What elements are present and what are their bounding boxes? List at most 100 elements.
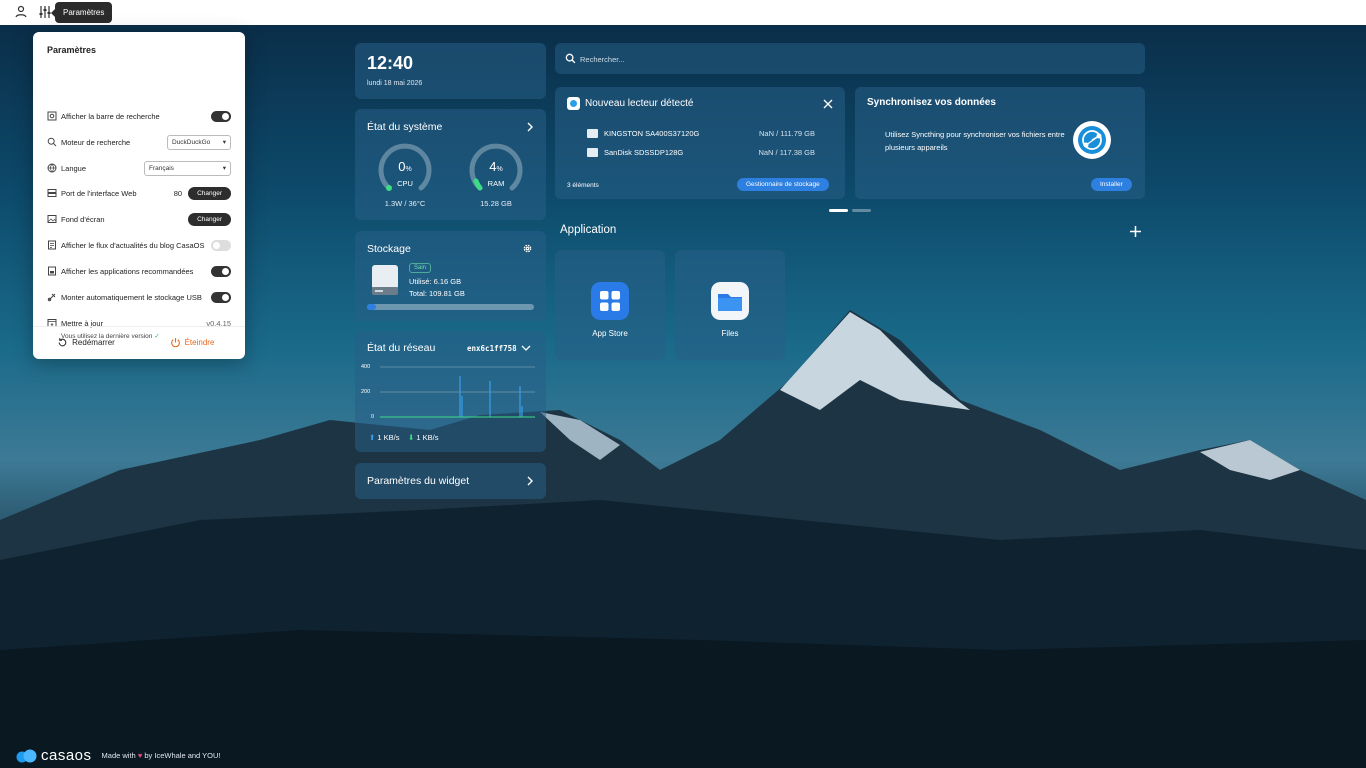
network-title: État du réseau (367, 342, 436, 354)
power-actions: Redémarrer Éteindre (33, 337, 245, 348)
cpu-gauge: 0% CPU 1.3W / 36°C (377, 142, 433, 208)
setting-label: Moteur de recherche (61, 137, 131, 147)
drive-notification-icon (567, 97, 580, 110)
storage-widget[interactable]: Stockage Sain Utilisé: 6.16 GB Total: 10… (355, 231, 546, 321)
arrow-down-icon: ⬇ (408, 433, 415, 442)
tick-label: 0 (371, 414, 375, 420)
setting-recommended-apps: Afficher les applications recommandées (47, 263, 231, 279)
cpu-value: 0% (377, 159, 433, 174)
drive-size: NaN / 117.38 GB (758, 148, 815, 157)
storage-bar-fill (367, 304, 377, 310)
app-name: Files (721, 329, 739, 338)
sync-card: Synchronisez vos données Utilisez Syncth… (855, 87, 1145, 199)
new-drive-card: Nouveau lecteur détecté KINGSTON SA400S3… (555, 87, 845, 199)
chevron-down-icon[interactable] (521, 343, 531, 353)
casaos-logo: casaos (16, 747, 92, 764)
setting-search-bar: Afficher la barre de recherche (47, 108, 231, 124)
close-icon[interactable] (823, 99, 833, 109)
drive-icon (587, 148, 598, 157)
port-value: 80 (173, 188, 183, 198)
drive-size: NaN / 111.79 GB (758, 129, 815, 138)
ram-label: RAM (487, 179, 505, 188)
carousel-dot[interactable] (852, 209, 871, 212)
clock-time: 12:40 (367, 53, 414, 73)
cpu-detail: 1.3W / 36°C (384, 199, 426, 208)
app-tile-app-store[interactable]: App Store (555, 250, 665, 360)
search-bar[interactable]: Rechercher... (555, 43, 1145, 74)
storage-title: Stockage (367, 243, 411, 255)
drive-name: SanDisk SDSSDP128G (604, 148, 684, 157)
arrow-up-icon: ⬆ (369, 433, 376, 442)
chevron-right-icon[interactable] (525, 122, 535, 132)
restart-icon (58, 338, 67, 347)
files-icon (711, 282, 749, 320)
footer-divider (33, 326, 245, 327)
network-interface: enx6c1ff758 (467, 344, 517, 353)
tick-label: 400 (361, 364, 371, 370)
ram-value: 4% (468, 159, 524, 174)
upload-value: 1 KB/s (377, 433, 400, 442)
search-icon (47, 137, 57, 147)
restart-label: Redémarrer (72, 338, 115, 347)
add-app-icon[interactable] (1130, 226, 1141, 237)
change-port-button[interactable]: Changer (188, 186, 231, 200)
system-status-widget[interactable]: État du système 0% CPU 1.3W / 36°C 4% RA… (355, 109, 546, 220)
search-bar-toggle[interactable] (211, 110, 231, 122)
search-placeholder: Rechercher... (580, 55, 625, 64)
select-value: Français (149, 164, 174, 172)
setting-search-engine: Moteur de recherche DuckDuckGo ▾ (47, 134, 231, 150)
sync-text: Utilisez Syncthing pour synchroniser vos… (885, 130, 1065, 152)
download-value: 1 KB/s (416, 433, 439, 442)
network-chart (380, 366, 535, 418)
logo-text: casaos (41, 747, 92, 764)
usb-automount-toggle[interactable] (211, 291, 231, 303)
app-store-icon (591, 282, 629, 320)
widget-settings-button[interactable]: Paramètres du widget (355, 463, 546, 499)
drive-row: SanDisk SDSSDP128G NaN / 117.38 GB (587, 148, 815, 157)
ram-gauge: 4% RAM 15.28 GB (468, 142, 524, 208)
recommended-apps-toggle[interactable] (211, 265, 231, 277)
setting-usb-automount: Monter automatiquement le stockage USB (47, 289, 231, 305)
install-button[interactable]: Installer (1091, 178, 1132, 191)
apps-section-title: Application (560, 224, 617, 236)
shutdown-label: Éteindre (184, 338, 215, 347)
news-feed-toggle[interactable] (211, 239, 231, 251)
ram-detail: 15.28 GB (480, 199, 512, 208)
storage-used: Utilisé: 6.16 GB (409, 277, 462, 286)
casaos-logo-icon (16, 749, 37, 762)
change-wallpaper-button[interactable]: Changer (188, 212, 231, 226)
gear-icon[interactable] (522, 243, 533, 254)
sync-title: Synchronisez vos données (867, 97, 996, 108)
language-select[interactable]: Français ▾ (144, 160, 231, 176)
storage-total: Total: 109.81 GB (409, 289, 465, 298)
search-engine-select[interactable]: DuckDuckGo ▾ (167, 134, 231, 150)
drive-count: 3 éléments (567, 182, 599, 189)
news-icon (48, 240, 56, 250)
setting-language: Langue Français ▾ (47, 160, 231, 176)
shutdown-button[interactable]: Éteindre (139, 337, 245, 348)
setting-label: Fond d'écran (61, 214, 105, 224)
health-badge: Sain (409, 263, 432, 273)
network-widget: État du réseau enx6c1ff758 400 200 0 ⬆ 1… (355, 331, 546, 452)
app-tile-files[interactable]: Files (675, 250, 785, 360)
restart-button[interactable]: Redémarrer (33, 337, 139, 348)
footer: casaos Made with ♥ by IceWhale and YOU! (16, 747, 221, 764)
server-icon (47, 189, 57, 197)
setting-label: Langue (61, 163, 87, 173)
ram-percent: 4 (489, 159, 497, 174)
chevron-down-icon: ▾ (222, 139, 226, 146)
by-label: by IceWhale and YOU! (144, 751, 221, 760)
setting-label: Afficher les applications recommandées (61, 266, 194, 276)
image-icon (47, 215, 57, 223)
top-bar: Paramètres (0, 0, 1366, 25)
setting-wallpaper: Fond d'écran Changer (47, 211, 231, 227)
user-icon[interactable] (13, 4, 29, 20)
setting-web-port: Port de l'interface Web 80 Changer (47, 185, 231, 201)
drive-name: KINGSTON SA400S37120G (604, 129, 700, 138)
disk-icon (372, 265, 398, 295)
carousel-dot-active[interactable] (829, 209, 848, 212)
storage-manager-button[interactable]: Gestionnaire de stockage (737, 178, 829, 191)
cpu-percent: 0 (398, 159, 406, 174)
setting-news-feed: Afficher le flux d'actualités du blog Ca… (47, 237, 231, 253)
search-bar-icon (47, 111, 57, 121)
